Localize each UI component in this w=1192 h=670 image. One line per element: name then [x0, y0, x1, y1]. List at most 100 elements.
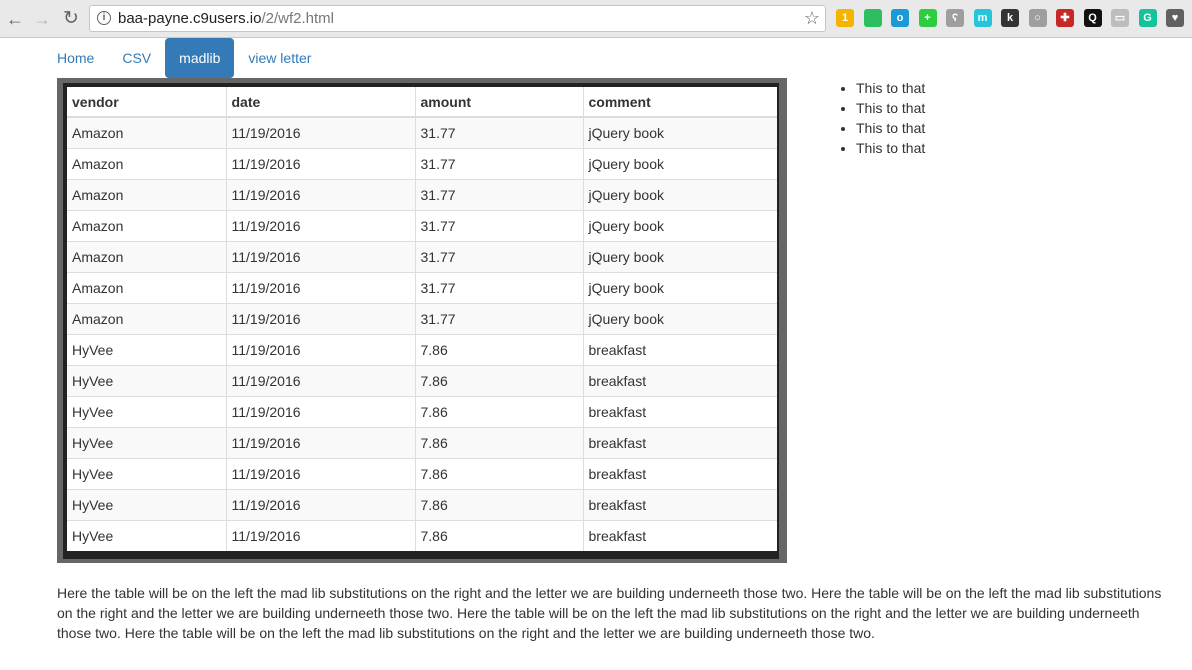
cross-ext-icon[interactable]: ✚ [1056, 9, 1074, 27]
table-cell-comment: breakfast [582, 519, 777, 551]
table-cell-comment: jQuery book [582, 271, 777, 303]
info-icon[interactable]: i [97, 11, 111, 25]
column-header-comment: comment [582, 87, 777, 118]
table-cell-date: 11/19/2016 [225, 519, 415, 551]
table-cell-comment: breakfast [582, 488, 777, 520]
evernote-icon[interactable] [863, 9, 882, 27]
column-header-amount: amount [414, 87, 583, 118]
table-cell-date: 11/19/2016 [225, 333, 415, 365]
browser-toolbar: ← → ↻ i baa-payne.c9users.io/2/wf2.html … [0, 0, 1192, 38]
table-cell-date: 11/19/2016 [225, 457, 415, 489]
table-cell-amount: 7.86 [414, 395, 583, 427]
nav-pill-home[interactable]: Home [43, 38, 108, 78]
table-cell-vendor: HyVee [67, 488, 226, 520]
plus-ext-icon[interactable]: + [918, 9, 937, 27]
k-ext-icon[interactable]: k [1001, 9, 1019, 27]
address-bar[interactable]: i baa-payne.c9users.io/2/wf2.html ☆ [89, 5, 826, 32]
table-cell-date: 11/19/2016 [225, 395, 415, 427]
table-cell-comment: jQuery book [582, 147, 777, 179]
shield-ext-icon[interactable]: ♥ [1166, 9, 1184, 27]
table-row: HyVee 11/19/2016 7.86 breakfast [67, 457, 777, 489]
table-border: vendor date amount comment Amazon 11/19/2016… [63, 83, 779, 559]
url-host: baa-payne.c9users.io [118, 10, 262, 27]
list-item: This to that [856, 78, 925, 98]
cast-ext-icon[interactable]: ▭ [1111, 9, 1129, 27]
table-cell-vendor: Amazon [67, 209, 226, 241]
expense-table: vendor date amount comment Amazon 11/19/2016… [67, 87, 777, 551]
table-cell-amount: 31.77 [414, 116, 583, 148]
reload-icon[interactable]: ↻ [60, 8, 82, 30]
table-cell-vendor: HyVee [67, 426, 226, 458]
nav-pills: Home CSV madlib view letter [43, 38, 325, 78]
table-cell-vendor: Amazon [67, 147, 226, 179]
list-item: This to that [856, 98, 925, 118]
bookmark-star-icon[interactable]: ☆ [804, 8, 820, 29]
table-cell-amount: 7.86 [414, 426, 583, 458]
table-row: HyVee 11/19/2016 7.86 breakfast [67, 333, 777, 365]
table-row: Amazon 11/19/2016 31.77 jQuery book [67, 116, 777, 148]
grammarly-icon[interactable]: G [1138, 9, 1157, 27]
table-cell-vendor: Amazon [67, 302, 226, 334]
table-row: Amazon 11/19/2016 31.77 jQuery book [67, 240, 777, 272]
column-header-vendor: vendor [67, 87, 226, 118]
table-cell-date: 11/19/2016 [225, 364, 415, 396]
table-cell-date: 11/19/2016 [225, 240, 415, 272]
m-ext-icon[interactable]: m [973, 9, 992, 27]
nav-pill-view-letter[interactable]: view letter [234, 38, 325, 78]
table-cell-amount: 31.77 [414, 147, 583, 179]
table-cell-amount: 7.86 [414, 488, 583, 520]
url-text[interactable]: baa-payne.c9users.io/2/wf2.html [118, 10, 334, 27]
forward-arrow-icon[interactable]: → [31, 8, 53, 30]
bear-ext-icon[interactable]: ʕ [946, 9, 964, 27]
column-header-date: date [225, 87, 415, 118]
table-header-row: vendor date amount comment [67, 87, 777, 118]
table-cell-comment: jQuery book [582, 178, 777, 210]
table-cell-date: 11/19/2016 [225, 178, 415, 210]
table-cell-date: 11/19/2016 [225, 426, 415, 458]
table-cell-comment: breakfast [582, 333, 777, 365]
table-row: Amazon 11/19/2016 31.77 jQuery book [67, 209, 777, 241]
table-cell-comment: breakfast [582, 426, 777, 458]
nav-pill-csv[interactable]: CSV [108, 38, 165, 78]
table-frame: vendor date amount comment Amazon 11/19/2016… [57, 78, 787, 563]
table-cell-date: 11/19/2016 [225, 488, 415, 520]
table-cell-amount: 7.86 [414, 457, 583, 489]
back-arrow-icon[interactable]: ← [4, 8, 26, 30]
table-cell-amount: 31.77 [414, 240, 583, 272]
table-cell-vendor: HyVee [67, 364, 226, 396]
table-cell-amount: 31.77 [414, 178, 583, 210]
table-cell-comment: breakfast [582, 395, 777, 427]
table-cell-date: 11/19/2016 [225, 271, 415, 303]
table-row: HyVee 11/19/2016 7.86 breakfast [67, 426, 777, 458]
table-cell-vendor: HyVee [67, 457, 226, 489]
table-cell-comment: breakfast [582, 364, 777, 396]
table-row: Amazon 11/19/2016 31.77 jQuery book [67, 178, 777, 210]
table-cell-amount: 31.77 [414, 302, 583, 334]
table-cell-comment: jQuery book [582, 116, 777, 148]
table-cell-date: 11/19/2016 [225, 302, 415, 334]
table-cell-amount: 7.86 [414, 333, 583, 365]
sticky-notes-icon[interactable]: 1 [836, 9, 854, 27]
nav-pill-madlib[interactable]: madlib [165, 38, 235, 78]
table-row: HyVee 11/19/2016 7.86 breakfast [67, 519, 777, 551]
table-row: Amazon 11/19/2016 31.77 jQuery book [67, 147, 777, 179]
table-cell-date: 11/19/2016 [225, 147, 415, 179]
list-item: This to that [856, 138, 925, 158]
table-row: HyVee 11/19/2016 7.86 breakfast [67, 488, 777, 520]
table-cell-vendor: Amazon [67, 116, 226, 148]
table-cell-date: 11/19/2016 [225, 209, 415, 241]
table-cell-vendor: HyVee [67, 519, 226, 551]
table-cell-comment: jQuery book [582, 240, 777, 272]
letter-paragraph: Here the table will be on the left the m… [57, 585, 1162, 641]
table-cell-amount: 7.86 [414, 364, 583, 396]
table-cell-amount: 31.77 [414, 209, 583, 241]
table-row: Amazon 11/19/2016 31.77 jQuery book [67, 302, 777, 334]
circle-ext-icon[interactable]: o [891, 9, 909, 27]
list-item: This to that [856, 118, 925, 138]
search-ext-icon[interactable]: Q [1083, 9, 1102, 27]
substitutions-list: This to thatThis to thatThis to thatThis… [841, 78, 925, 158]
bulb-ext-icon[interactable]: ○ [1028, 9, 1047, 27]
table-cell-comment: jQuery book [582, 209, 777, 241]
table-row: HyVee 11/19/2016 7.86 breakfast [67, 364, 777, 396]
table-cell-comment: breakfast [582, 457, 777, 489]
